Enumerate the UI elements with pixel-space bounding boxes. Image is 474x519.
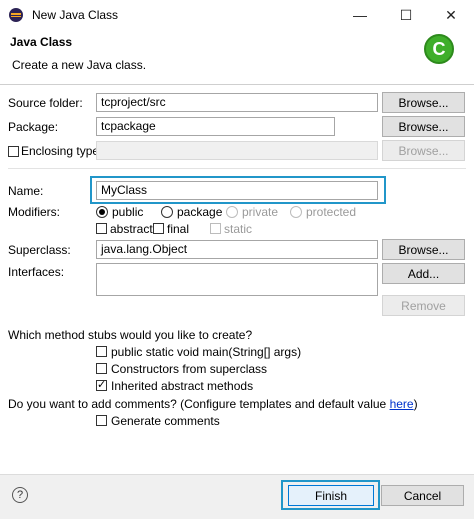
enclosing-type-field[interactable]: [96, 141, 378, 160]
interfaces-list[interactable]: [96, 263, 378, 296]
enclosing-type-browse-button[interactable]: Browse...: [382, 140, 465, 161]
source-folder-field[interactable]: tcproject/src: [96, 93, 378, 112]
modifier-private-radio[interactable]: [226, 206, 238, 218]
close-button[interactable]: ✕: [428, 0, 474, 30]
method-stubs-question: Which method stubs would you like to cre…: [8, 328, 253, 342]
main-method-label: public static void main(String[] args): [111, 345, 302, 359]
minimize-button[interactable]: —: [337, 0, 383, 30]
modifier-private-label: private: [242, 205, 279, 219]
superclass-field[interactable]: java.lang.Object: [96, 240, 378, 259]
cancel-button[interactable]: Cancel: [381, 485, 464, 506]
modifier-protected-label: protected: [306, 205, 357, 219]
java-class-icon: C: [424, 34, 454, 64]
modifiers-label: Modifiers:: [8, 205, 61, 219]
inherited-methods-label: Inherited abstract methods: [111, 379, 254, 393]
package-label: Package:: [8, 120, 59, 134]
superclass-browse-button[interactable]: Browse...: [382, 239, 465, 260]
comments-question-close: ): [413, 397, 418, 411]
enclosing-type-label: Enclosing type:: [21, 144, 103, 158]
help-icon-glyph: ?: [16, 489, 24, 501]
comments-question: Do you want to add comments? (Configure …: [8, 397, 418, 411]
inherited-methods-checkbox[interactable]: [96, 378, 107, 392]
separator: [8, 168, 466, 169]
maximize-button[interactable]: ☐: [383, 0, 429, 30]
help-icon[interactable]: ?: [12, 487, 28, 503]
generate-comments-label: Generate comments: [111, 414, 220, 428]
modifier-static-label: static: [224, 222, 253, 236]
modifier-final-checkbox[interactable]: [153, 223, 164, 234]
package-field[interactable]: tcpackage: [96, 117, 335, 136]
remove-interface-button[interactable]: Remove: [382, 295, 465, 316]
modifier-protected-radio[interactable]: [290, 206, 302, 218]
source-folder-label: Source folder:: [8, 96, 83, 110]
modifier-package-radio[interactable]: [161, 206, 173, 218]
finish-button[interactable]: Finish: [288, 485, 374, 506]
eclipse-app-icon: [9, 8, 23, 22]
window-title: New Java Class: [32, 8, 119, 22]
modifier-public-label: public: [112, 205, 144, 219]
modifier-package-label: package: [177, 205, 223, 219]
add-interface-button[interactable]: Add...: [382, 263, 465, 284]
interfaces-label: Interfaces:: [8, 265, 65, 279]
source-folder-browse-button[interactable]: Browse...: [382, 92, 465, 113]
name-field[interactable]: MyClass: [96, 181, 378, 200]
modifier-abstract-label: abstract: [110, 222, 153, 236]
package-browse-button[interactable]: Browse...: [382, 116, 465, 137]
enclosing-type-checkbox[interactable]: [8, 146, 19, 157]
close-icon: ✕: [445, 6, 457, 23]
constructors-checkbox[interactable]: [96, 363, 107, 374]
modifier-final-label: final: [167, 222, 190, 236]
page-description: Create a new Java class.: [12, 58, 147, 72]
minimize-icon: —: [353, 7, 367, 23]
main-method-checkbox[interactable]: [96, 346, 107, 357]
superclass-label: Superclass:: [8, 243, 71, 257]
modifier-public-radio[interactable]: [96, 206, 108, 218]
modifier-abstract-checkbox[interactable]: [96, 223, 107, 234]
page-title: Java Class: [10, 35, 73, 49]
constructors-label: Constructors from superclass: [111, 362, 268, 376]
java-class-icon-letter: C: [432, 38, 446, 59]
name-label: Name:: [8, 184, 44, 198]
modifier-static-checkbox[interactable]: [210, 223, 221, 234]
comments-question-text: Do you want to add comments? (Configure …: [8, 397, 390, 411]
generate-comments-checkbox[interactable]: [96, 415, 107, 426]
maximize-icon: ☐: [399, 6, 413, 23]
configure-templates-link[interactable]: here: [390, 397, 414, 411]
